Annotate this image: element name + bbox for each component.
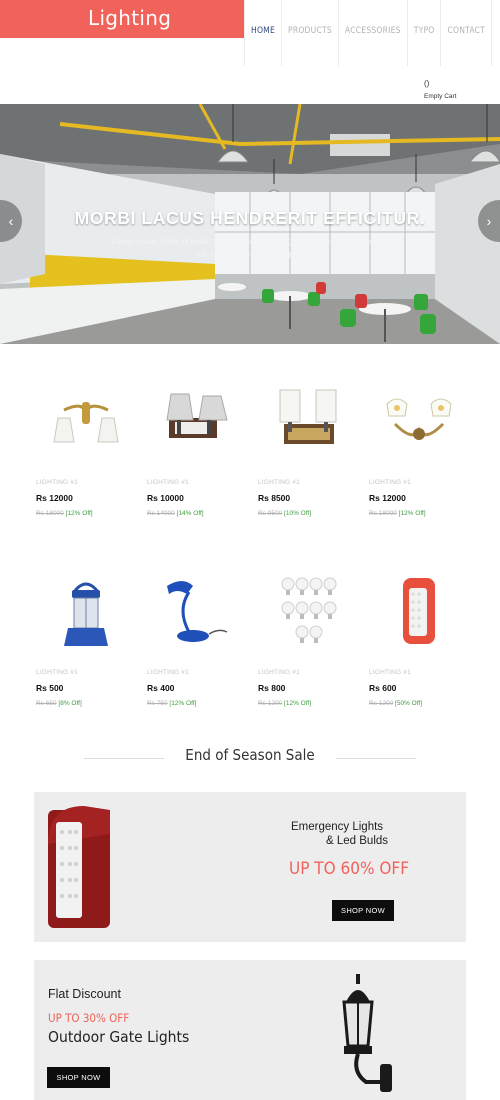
product-price: Rs 10000 <box>147 493 184 503</box>
product-old-price: Rs 9500 [10% Off] <box>258 510 311 517</box>
desk-lamp-icon <box>167 581 228 642</box>
product-price: Rs 500 <box>36 683 64 693</box>
discount-label: [12% Off] <box>284 700 312 707</box>
banner1-line1: Emergency Lights <box>291 821 384 833</box>
product-old-price: Rs 18000 [12% Off] <box>369 510 426 517</box>
product-old-price: Rs 1200 [12% Off] <box>258 700 311 707</box>
old-price-value: Rs 650 <box>36 700 57 707</box>
led-bulbs-icon <box>281 577 337 643</box>
product-price: Rs 800 <box>258 683 286 693</box>
nav-typo[interactable]: TYPO <box>406 0 441 66</box>
product-old-price: Rs 18000 [12% Off] <box>36 510 93 517</box>
shade-wall-lamp-icon <box>166 393 228 438</box>
product-old-price: Rs 650 [8% Off] <box>36 700 82 707</box>
nav-contact[interactable]: CONTACT <box>440 0 493 66</box>
nav-accessories[interactable]: ACCESSORIES <box>337 0 407 66</box>
emergency-lantern-icon <box>48 806 110 928</box>
discount-label: [12% Off] <box>169 700 197 707</box>
discount-label: [50% Off] <box>395 700 423 707</box>
outdoor-gate-light-icon <box>342 974 392 1092</box>
logo-text: Lighting <box>88 6 172 30</box>
discount-label: [14% Off] <box>176 510 204 517</box>
hero-title: MORBI LACUS HENDRERIT EFFICITUR. <box>74 208 426 228</box>
old-price-value: Rs 1200 <box>369 700 394 707</box>
shop-now-button[interactable]: SHOP NOW <box>332 900 394 921</box>
product-old-price: Rs 14000 [14% Off] <box>147 510 204 517</box>
product-category: LIGHTING #1 <box>258 479 300 486</box>
product-price: Rs 8500 <box>258 493 291 503</box>
shop-now-button[interactable]: SHOP NOW <box>47 1067 110 1088</box>
cart-label: Empty Cart <box>424 93 457 100</box>
banner2-line1: Flat Discount <box>48 987 121 1001</box>
product-price: Rs 400 <box>147 683 175 693</box>
promo-banner-emergency[interactable]: Emergency Lights & Led Bulds UP TO 60% O… <box>34 792 466 942</box>
promo-banner-outdoor[interactable]: Flat Discount UP TO 30% OFF Outdoor Gate… <box>34 960 466 1100</box>
product-category: LIGHTING #1 <box>258 669 300 676</box>
discount-label: [8% Off] <box>58 700 82 707</box>
cart-count: () <box>424 79 430 88</box>
product-category: LIGHTING #1 <box>369 669 411 676</box>
product-price: Rs 600 <box>369 683 397 693</box>
product-category: LIGHTING #1 <box>147 669 189 676</box>
product-category: LIGHTING #1 <box>36 669 78 676</box>
sale-title: End of Season Sale <box>185 746 315 764</box>
banner1-line2: & Led Bulds <box>326 835 389 847</box>
product-category: LIGHTING #1 <box>369 479 411 486</box>
product-old-price: Rs 1200 [50% Off] <box>369 700 422 707</box>
banner2-line2: Outdoor Gate Lights <box>48 1028 190 1046</box>
discount-label: [10% Off] <box>284 510 312 517</box>
banner2-offer: UP TO 30% OFF <box>48 1011 130 1025</box>
product-old-price: Rs 750 [12% Off] <box>147 700 196 707</box>
banner1-offer: UP TO 60% OFF <box>289 859 409 879</box>
cart[interactable]: () Empty Cart <box>424 79 457 100</box>
hero-slider: ‹ › MORBI LACUS HENDRERIT EFFICITUR. Lor… <box>0 104 500 344</box>
old-price-value: Rs 1200 <box>258 700 283 707</box>
product-category: LIGHTING #1 <box>36 479 78 486</box>
old-price-value: Rs 18000 <box>369 510 397 517</box>
product-price: Rs 12000 <box>369 493 406 503</box>
old-price-value: Rs 14000 <box>147 510 175 517</box>
square-wall-lamp-icon <box>279 389 337 444</box>
product-price: Rs 12000 <box>36 493 73 503</box>
discount-label: [12% Off] <box>398 510 426 517</box>
emergency-light-icon <box>403 578 435 644</box>
double-wall-lamp-icon <box>53 402 119 443</box>
lantern-icon <box>64 582 108 646</box>
brass-wall-lamp-icon <box>386 398 452 440</box>
site-logo[interactable]: Lighting <box>0 0 244 38</box>
nav-home[interactable]: HOME <box>244 0 281 66</box>
hero-subtitle: Lorem ipsum dolor sit amet, consectetur … <box>111 237 389 259</box>
old-price-value: Rs 18000 <box>36 510 64 517</box>
old-price-value: Rs 9500 <box>258 510 283 517</box>
old-price-value: Rs 750 <box>147 700 168 707</box>
product-category: LIGHTING #1 <box>147 479 189 486</box>
discount-label: [12% Off] <box>65 510 93 517</box>
main-nav: HOME PRODUCTS ACCESSORIES TYPO CONTACT <box>244 0 493 66</box>
nav-products[interactable]: PRODUCTS <box>281 0 338 66</box>
